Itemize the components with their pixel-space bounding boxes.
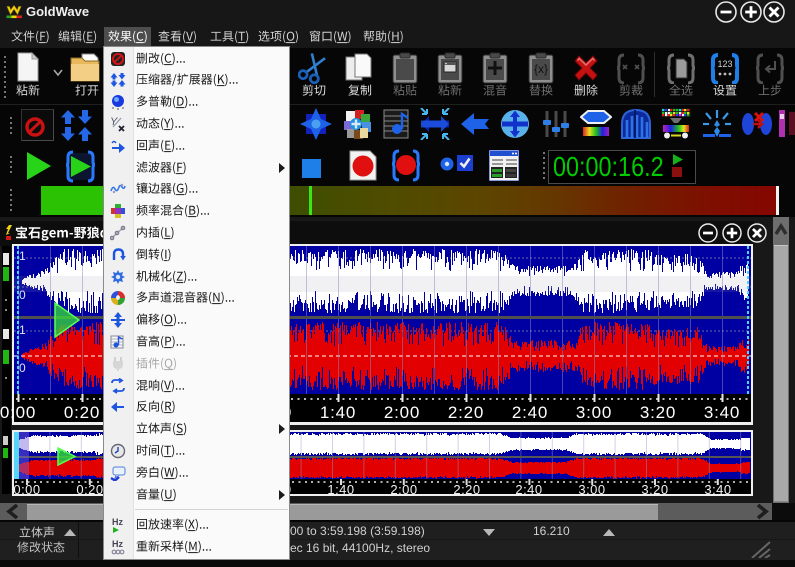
svg-text:{x}: {x} <box>534 62 548 76</box>
svg-text:Hz: Hz <box>112 539 123 549</box>
svg-text:123: 123 <box>717 59 732 69</box>
svg-text:Hz: Hz <box>112 517 123 527</box>
